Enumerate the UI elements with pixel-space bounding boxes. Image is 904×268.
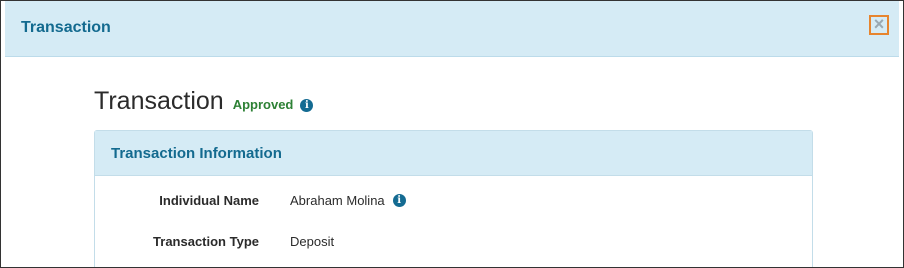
page-title: Transaction bbox=[94, 87, 224, 115]
panel-header: Transaction Information bbox=[95, 131, 812, 176]
page-heading: Transaction Approved i bbox=[94, 87, 314, 116]
field-value: Abraham Molina i bbox=[290, 193, 406, 208]
panel-title: Transaction Information bbox=[111, 145, 282, 162]
field-row-individual-name: Individual Name Abraham Molina i bbox=[95, 193, 812, 213]
field-label: Individual Name bbox=[159, 193, 259, 208]
status-badge: Approved bbox=[232, 97, 294, 112]
individual-name-value: Abraham Molina bbox=[290, 193, 385, 208]
modal-header: Transaction × bbox=[5, 1, 899, 57]
transaction-information-panel: Transaction Information Individual Name … bbox=[94, 130, 813, 267]
transaction-type-value: Deposit bbox=[290, 234, 335, 249]
modal-title: Transaction bbox=[21, 19, 111, 36]
transaction-modal: Transaction × Transaction Approved i Tra… bbox=[0, 0, 904, 268]
status-info-icon[interactable]: i bbox=[300, 99, 314, 112]
close-icon: × bbox=[873, 14, 885, 34]
individual-info-icon[interactable]: i bbox=[392, 194, 406, 207]
field-value: Deposit bbox=[290, 234, 334, 249]
field-row-transaction-type: Transaction Type Deposit bbox=[95, 234, 812, 254]
close-button[interactable]: × bbox=[869, 15, 889, 35]
field-label: Transaction Type bbox=[153, 234, 259, 249]
